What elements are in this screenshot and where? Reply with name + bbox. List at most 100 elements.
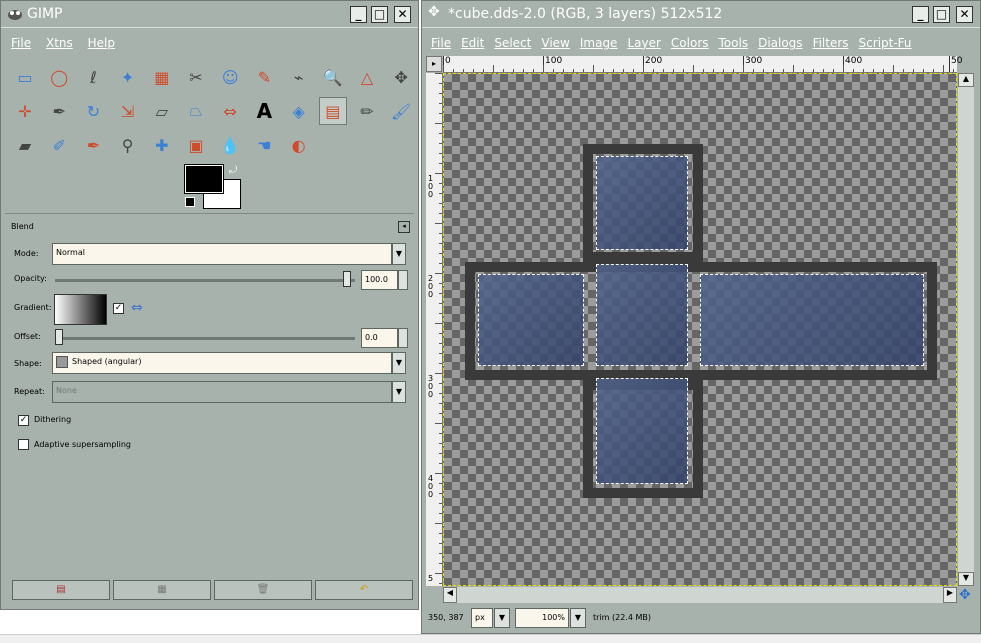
image-maximize-button[interactable]: □ <box>933 6 950 23</box>
dodge-burn-tool[interactable]: ◐ <box>285 131 313 159</box>
zoom-dropdown-button[interactable]: ▼ <box>570 608 586 628</box>
scroll-up-button[interactable]: ▲ <box>958 73 974 87</box>
move-tool[interactable]: ✥ <box>387 63 415 91</box>
zoom-tool[interactable]: 🔍 <box>319 63 347 91</box>
mode-select[interactable]: Normal <box>52 243 392 265</box>
airbrush-tool[interactable]: ✐ <box>45 131 73 159</box>
menu-image[interactable]: Image <box>580 36 618 50</box>
repeat-dropdown-button[interactable]: ▼ <box>392 381 406 403</box>
color-picker-tool[interactable]: ⌁ <box>285 63 313 91</box>
rect-select-tool[interactable]: ▭ <box>11 63 39 91</box>
save-options-button[interactable]: ▤ <box>12 580 110 600</box>
menu-dialogs[interactable]: Dialogs <box>758 36 802 50</box>
shear-tool[interactable]: ▱ <box>148 97 176 125</box>
perspective-clone-tool[interactable]: ▣ <box>182 131 210 159</box>
heal-tool[interactable]: ✚ <box>148 131 176 159</box>
ruler-h-minor-tick <box>453 69 454 72</box>
offset-slider-handle[interactable] <box>55 329 63 345</box>
adaptive-supersampling-checkbox[interactable] <box>18 439 29 450</box>
scroll-left-button[interactable]: ◀ <box>443 587 457 603</box>
pencil-tool[interactable]: ✏ <box>353 97 381 125</box>
perspective-tool[interactable]: ⏢ <box>182 97 210 125</box>
scroll-down-button[interactable]: ▼ <box>958 572 974 586</box>
blur-tool[interactable]: 💧 <box>216 131 244 159</box>
horizontal-scrollbar[interactable]: ◀ ▶ <box>443 587 957 603</box>
maximize-button[interactable]: □ <box>371 6 388 23</box>
opacity-slider-handle[interactable] <box>343 271 351 287</box>
foreground-color-swatch[interactable] <box>184 164 224 194</box>
opacity-spin-button[interactable] <box>398 270 408 290</box>
color-select-tool[interactable]: ▦ <box>148 63 176 91</box>
unit-dropdown-button[interactable]: ▼ <box>494 608 510 628</box>
scroll-right-button[interactable]: ▶ <box>943 587 957 603</box>
reverse-gradient-icon[interactable]: ⇔ <box>131 300 143 316</box>
menu-xtns[interactable]: Xtns <box>46 36 73 50</box>
opacity-slider-track[interactable] <box>55 279 355 282</box>
zoom-select[interactable]: 100% <box>515 608 569 628</box>
ink-tool[interactable]: ✒ <box>79 131 107 159</box>
ellipse-select-tool[interactable]: ◯ <box>45 63 73 91</box>
offset-value[interactable]: 0.0 <box>361 328 398 348</box>
crop-tool[interactable]: ✒ <box>45 97 73 125</box>
align-tool[interactable]: ✛ <box>11 97 39 125</box>
lasso-tool[interactable]: ℓ <box>79 63 107 91</box>
menu-tools[interactable]: Tools <box>719 36 749 50</box>
menu-help[interactable]: Help <box>88 36 115 50</box>
scissors-tool[interactable]: ✂ <box>182 63 210 91</box>
ruler-h-minor-tick <box>623 69 624 72</box>
options-menu-icon[interactable]: ◂ <box>398 221 410 233</box>
scale-tool[interactable]: ⇲ <box>114 97 142 125</box>
foreground-select-tool[interactable]: ☺ <box>216 63 244 91</box>
delete-options-button[interactable]: 🗑 <box>214 580 312 600</box>
menu-layer[interactable]: Layer <box>627 36 660 50</box>
offset-spin-button[interactable] <box>398 328 408 348</box>
vertical-ruler[interactable]: 1 0 0 2 0 0 3 0 0 4 0 0 5 <box>426 73 443 586</box>
image-titlebar[interactable]: ✥ *cube.dds-2.0 (RGB, 3 layers) 512x512 … <box>422 1 980 28</box>
repeat-select[interactable]: None <box>52 381 392 403</box>
menu-edit[interactable]: Edit <box>461 36 484 50</box>
toolbox-titlebar[interactable]: GIMP _ □ ✕ <box>1 1 418 28</box>
menu-colors[interactable]: Colors <box>671 36 709 50</box>
image-close-button[interactable]: ✕ <box>956 6 973 23</box>
swap-colors-icon[interactable]: ⤾ <box>229 165 237 176</box>
gradient-reverse-checkbox[interactable]: ✓ <box>113 303 124 314</box>
navigate-icon[interactable]: ✥ <box>959 587 975 603</box>
menu-script-fu[interactable]: Script-Fu <box>859 36 912 50</box>
horizontal-ruler[interactable]: 0 100 200 300 400 50 <box>443 56 962 73</box>
measure-tool[interactable]: △ <box>353 63 381 91</box>
offset-slider-track[interactable] <box>55 337 355 340</box>
minimize-button[interactable]: _ <box>350 6 367 23</box>
menu-view[interactable]: View <box>541 36 569 50</box>
bucket-fill-tool[interactable]: ◈ <box>285 97 313 125</box>
reset-options-button[interactable]: ↶ <box>315 580 413 600</box>
eraser-tool[interactable]: ▰ <box>11 131 39 159</box>
paths-tool[interactable]: ✎ <box>250 63 278 91</box>
menu-filters[interactable]: Filters <box>813 36 849 50</box>
fg-bg-colors[interactable]: ⤾ <box>184 164 241 209</box>
menu-file[interactable]: File <box>431 36 451 50</box>
dithering-checkbox[interactable]: ✓ <box>18 415 29 426</box>
unit-select[interactable]: px <box>471 608 493 628</box>
restore-options-button[interactable]: ▦ <box>113 580 211 600</box>
image-canvas[interactable] <box>443 73 957 586</box>
paintbrush-tool[interactable]: 🖌 <box>387 97 415 125</box>
menu-select[interactable]: Select <box>494 36 531 50</box>
text-tool[interactable]: A <box>250 97 278 125</box>
rotate-tool[interactable]: ↻ <box>79 97 107 125</box>
default-colors-icon[interactable] <box>185 197 195 207</box>
shape-dropdown-button[interactable]: ▼ <box>392 352 406 374</box>
mode-dropdown-button[interactable]: ▼ <box>392 243 406 265</box>
shape-select[interactable]: Shaped (angular) <box>52 352 392 374</box>
opacity-value[interactable]: 100.0 <box>361 270 398 290</box>
fuzzy-select-tool[interactable]: ✦ <box>114 63 142 91</box>
blend-tool[interactable]: ▤ <box>318 97 347 125</box>
close-button[interactable]: ✕ <box>394 6 411 23</box>
navigation-corner-icon[interactable]: ▸ <box>426 56 442 72</box>
gradient-preview[interactable] <box>54 294 107 325</box>
clone-tool[interactable]: ⚲ <box>114 131 142 159</box>
image-minimize-button[interactable]: _ <box>912 6 929 23</box>
vertical-scrollbar[interactable]: ▲ ▼ <box>958 73 974 586</box>
smudge-tool[interactable]: ☚ <box>250 131 278 159</box>
menu-file[interactable]: File <box>11 36 31 50</box>
flip-tool[interactable]: ⇔ <box>216 97 244 125</box>
